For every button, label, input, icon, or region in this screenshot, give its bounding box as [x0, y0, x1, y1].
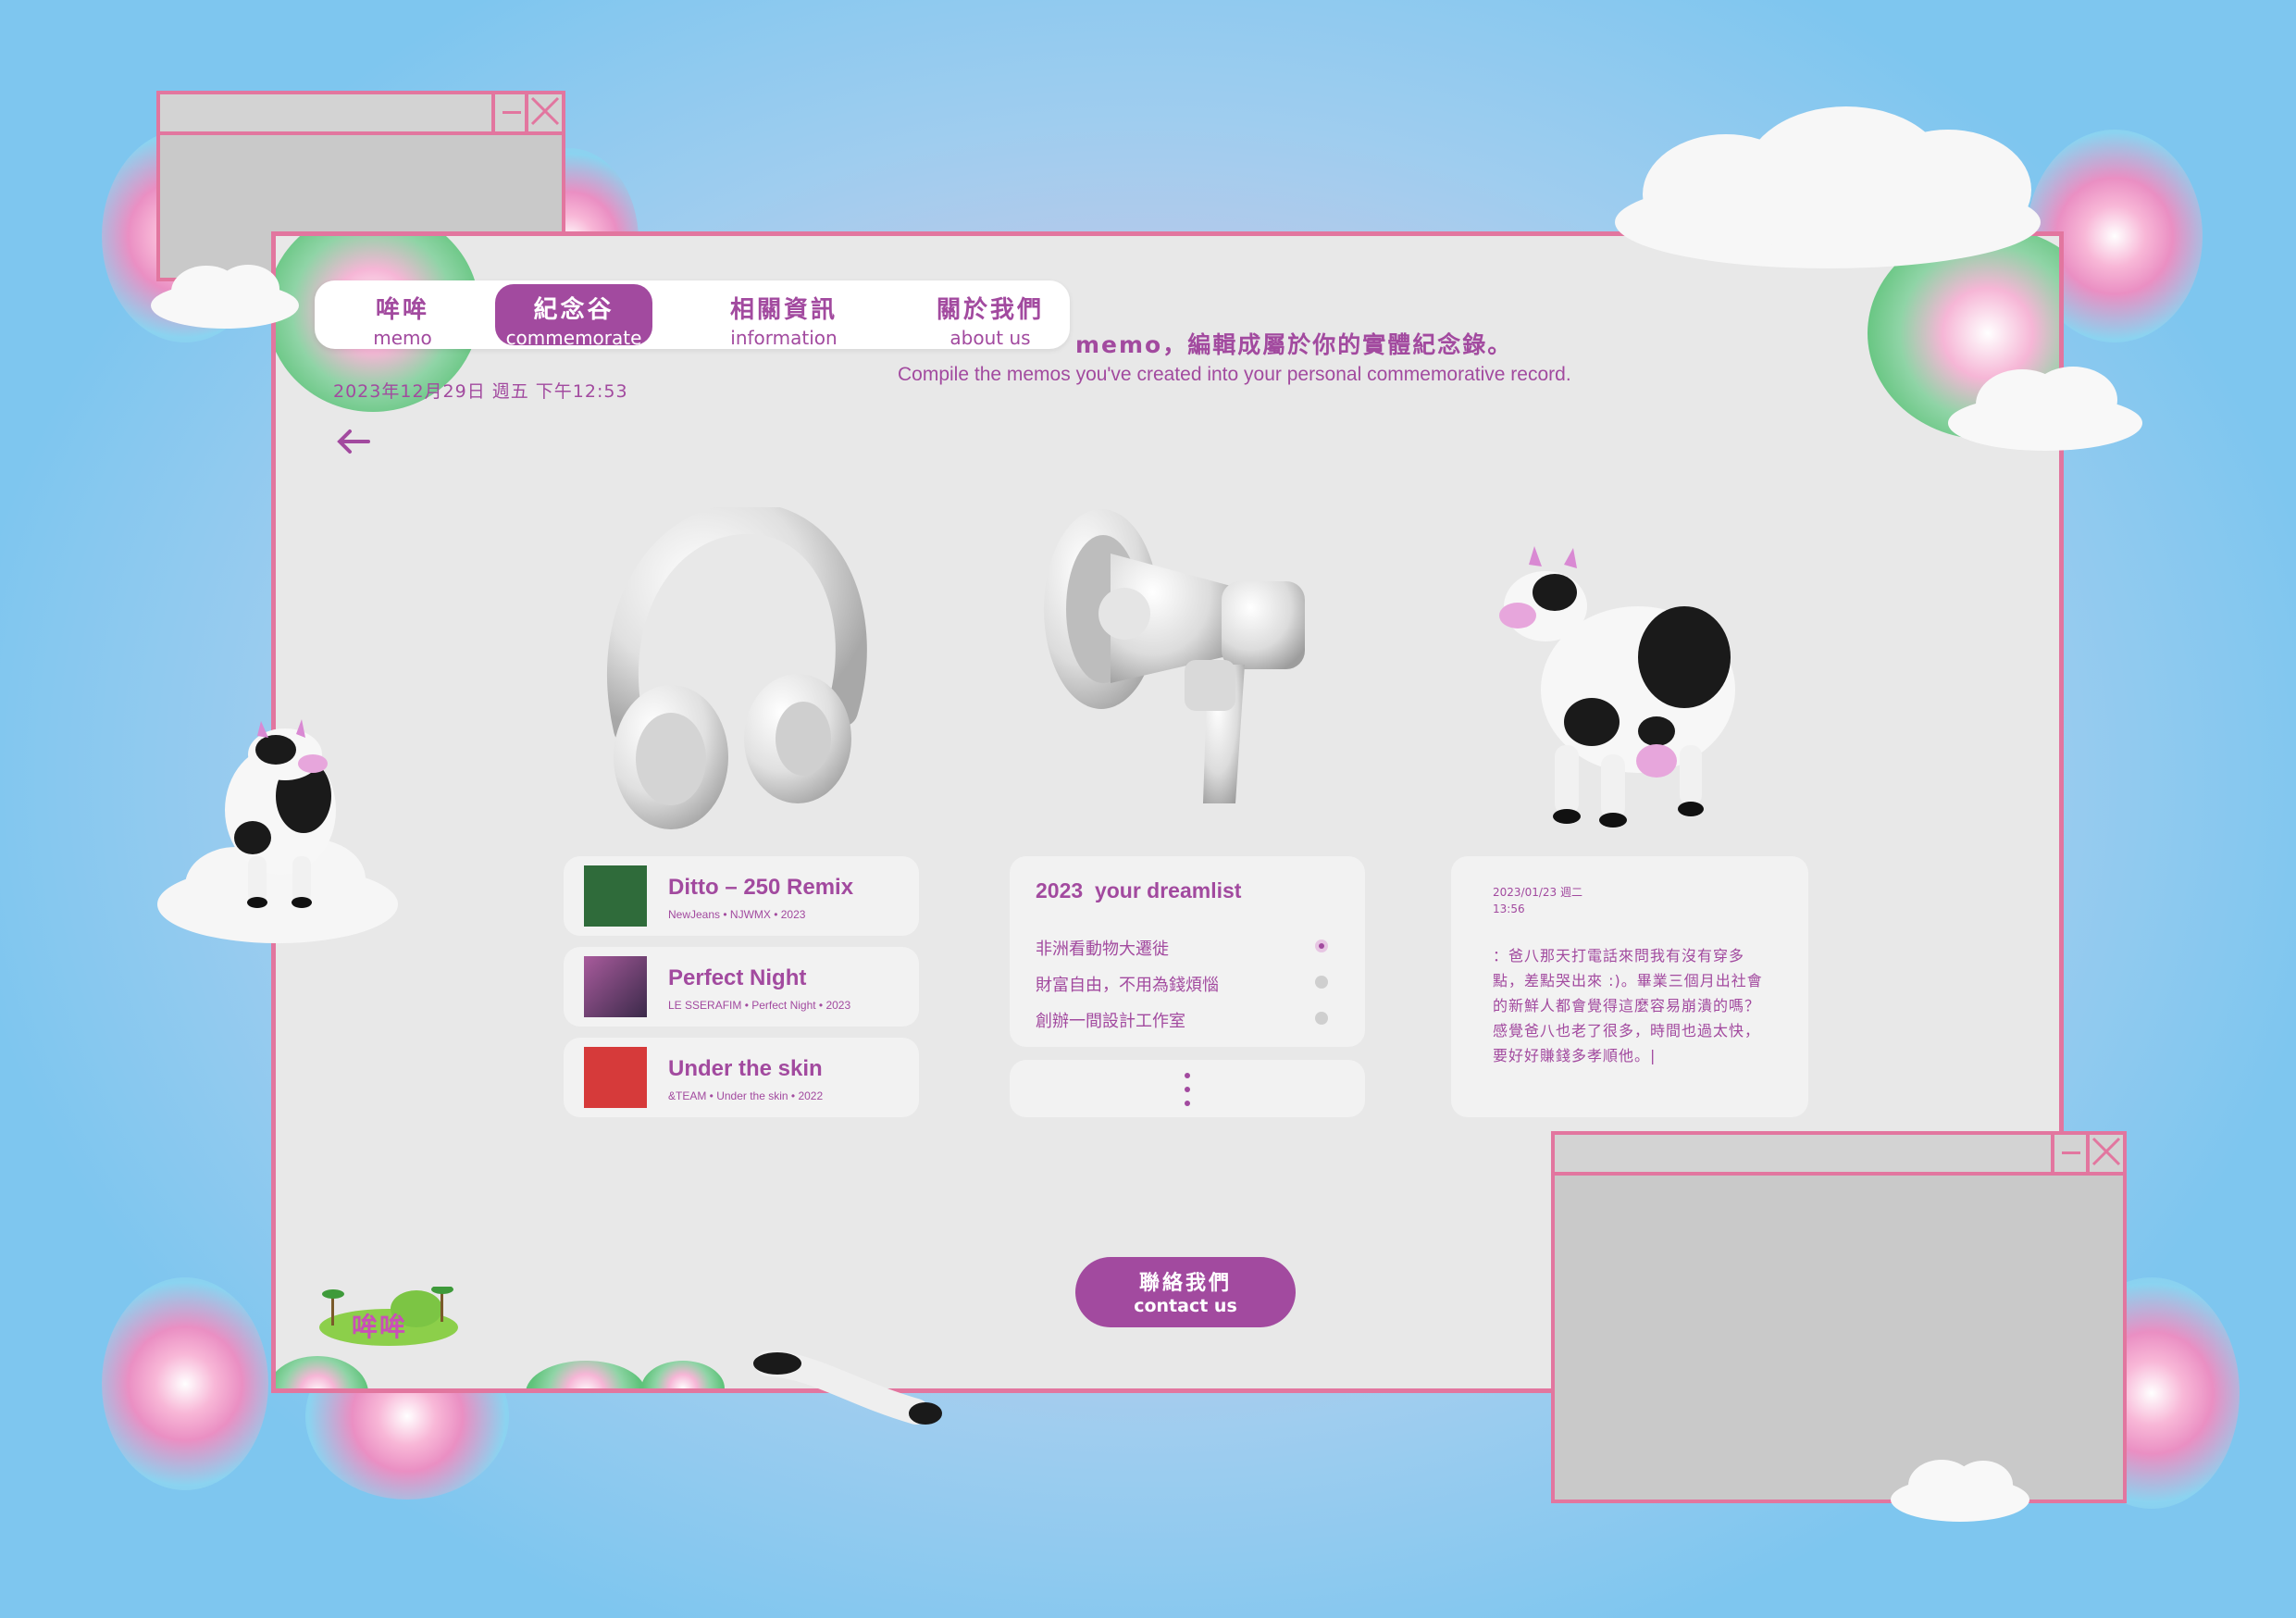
- song-title: Perfect Night: [668, 965, 807, 990]
- close-icon[interactable]: [525, 94, 562, 131]
- dreamlist-item[interactable]: 創辦一間設計工作室: [1036, 1008, 1185, 1032]
- checked-dot-icon[interactable]: [1315, 940, 1328, 952]
- nav-bar: 哞哞 memo 紀念谷 commemorate 相關資訊 information…: [315, 280, 1070, 349]
- song-title: Under the skin: [668, 1056, 823, 1081]
- unchecked-dot-icon[interactable]: [1315, 1012, 1328, 1025]
- contact-label-zh: 聯絡我們: [1138, 1272, 1232, 1295]
- dreamlist-item[interactable]: 財富自由，不用為錢煩惱: [1036, 972, 1219, 996]
- dreamlist-more-card[interactable]: [1010, 1060, 1365, 1117]
- song-meta: &TEAM • Under the skin • 2022: [668, 1089, 824, 1102]
- contact-button[interactable]: 聯絡我們 contact us: [1075, 1257, 1296, 1327]
- nav-label-zh: 紀念谷: [533, 296, 614, 324]
- green-hill: [276, 1356, 368, 1388]
- nav-tab-about[interactable]: 關於我們 about us: [912, 284, 1069, 349]
- page-subtitle-en: Compile the memos you've created into yo…: [898, 364, 1571, 385]
- nav-label-zh: 關於我們: [936, 296, 1044, 324]
- megaphone-icon: [1036, 507, 1314, 826]
- cow-illustration: [211, 717, 350, 915]
- song-card[interactable]: Perfect Night LE SSERAFIM • Perfect Nigh…: [564, 947, 919, 1027]
- nav-label-zh: 哞哞: [375, 296, 429, 324]
- nav-tab-information[interactable]: 相關資訊 information: [705, 284, 863, 349]
- nav-label-en: memo: [373, 327, 432, 349]
- album-cover: [584, 956, 647, 1017]
- glow-orb: [102, 1277, 268, 1490]
- dreamlist-item[interactable]: 非洲看動物大遷徙: [1036, 936, 1169, 960]
- nav-tab-memo[interactable]: 哞哞 memo: [324, 284, 481, 349]
- dreamlist-card: 2023 your dreamlist 非洲看動物大遷徙 財富自由，不用為錢煩惱…: [1010, 856, 1365, 1047]
- song-card[interactable]: Ditto – 250 Remix NewJeans • NJWMX • 202…: [564, 856, 919, 936]
- cloud-icon: [1606, 102, 2050, 281]
- close-icon[interactable]: [2086, 1135, 2123, 1172]
- song-meta: NewJeans • NJWMX • 2023: [668, 908, 806, 921]
- cloud-icon: [1886, 1453, 2034, 1531]
- nav-tab-commemorate[interactable]: 紀念谷 commemorate: [495, 284, 652, 349]
- diary-card: 2023/01/23 週二 13:56 ：爸八那天打電話來問我有沒有穿多點，差點…: [1451, 856, 1808, 1117]
- unchecked-dot-icon[interactable]: [1315, 976, 1328, 989]
- album-cover: [584, 865, 647, 927]
- vertical-dots-icon[interactable]: [1184, 1071, 1191, 1112]
- contact-label-en: contact us: [1134, 1296, 1237, 1316]
- dreamlist-title: 2023 your dreamlist: [1036, 878, 1242, 902]
- cow-leg-illustration: [750, 1347, 944, 1434]
- diary-date: 2023/01/23 週二: [1493, 886, 1582, 899]
- nav-label-zh: 相關資訊: [729, 296, 838, 324]
- green-hill: [526, 1361, 646, 1388]
- cloud-icon: [1943, 363, 2147, 459]
- logo-text: 哞哞: [352, 1312, 408, 1342]
- song-card[interactable]: Under the skin &TEAM • Under the skin • …: [564, 1038, 919, 1117]
- cow-illustration: [1490, 546, 1749, 837]
- album-cover: [584, 1047, 647, 1108]
- minimize-icon[interactable]: [491, 94, 528, 131]
- song-meta: LE SSERAFIM • Perfect Night • 2023: [668, 999, 851, 1012]
- nav-label-en: commemorate: [505, 327, 642, 349]
- nav-label-en: information: [730, 327, 838, 349]
- logo-island[interactable]: 哞哞: [315, 1287, 463, 1350]
- diary-text[interactable]: ：爸八那天打電話來問我有沒有穿多點，差點哭出來 :)。畢業三個月出社會的新鮮人都…: [1493, 943, 1770, 1068]
- green-hill: [641, 1361, 725, 1388]
- page-subtitle-zh: memo，編輯成屬於你的實體紀念錄。: [1075, 331, 1513, 358]
- diary-time: 13:56: [1493, 902, 1525, 915]
- headphones-icon: [592, 502, 888, 835]
- date-time: 2023年12月29日 週五 下午12:53: [333, 381, 628, 402]
- minimize-icon[interactable]: [2051, 1135, 2088, 1172]
- back-arrow-icon[interactable]: [335, 428, 372, 459]
- decor-window-bottom-right: [1551, 1131, 2127, 1503]
- nav-label-en: about us: [949, 327, 1031, 349]
- song-title: Ditto – 250 Remix: [668, 875, 854, 900]
- cloud-icon: [146, 259, 304, 337]
